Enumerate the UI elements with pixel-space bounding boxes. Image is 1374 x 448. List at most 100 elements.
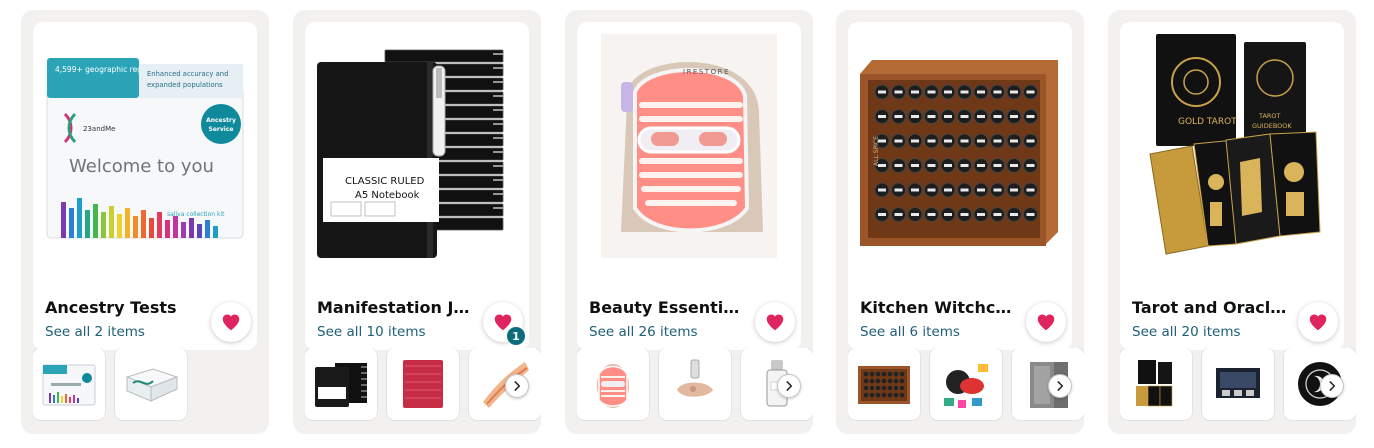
thumbnail-cookware[interactable] — [930, 348, 1002, 420]
spice-jar-label — [911, 90, 919, 94]
spice-jar-label — [960, 164, 969, 167]
spice-jar-label — [1026, 90, 1035, 94]
spice-jar-label — [878, 90, 886, 94]
spice-jar-label — [1010, 90, 1018, 94]
thumbnail-tarot[interactable] — [1120, 348, 1192, 420]
list-card-main[interactable]: GOLD TAROT TAROT GUIDEBOOK Tarot and Ora… — [1120, 22, 1344, 350]
spice-jar-label — [927, 90, 936, 94]
product-image-23andme-kit[interactable]: 4,599+ geographic regions Enhanced accur… — [43, 32, 247, 260]
favorite-button[interactable] — [1026, 302, 1066, 342]
svg-text:GOLD TAROT: GOLD TAROT — [1178, 117, 1237, 127]
spice-jar-label — [911, 188, 919, 192]
svg-text:GUIDEBOOK: GUIDEBOOK — [1252, 122, 1292, 130]
spice-jar-label — [977, 139, 985, 143]
see-all-link[interactable]: See all 10 items — [317, 324, 426, 340]
svg-text:Ancestry: Ancestry — [206, 117, 236, 124]
list-card-main[interactable]: ALL SPICE Kitchen Witchcraft See all 6 i… — [848, 22, 1072, 350]
thumbnail-row — [305, 348, 541, 422]
list-card-main[interactable]: CLASSIC RULED A5 Notebook Manifestation … — [305, 22, 529, 350]
spice-jar-label — [894, 213, 903, 216]
favorite-button[interactable] — [211, 302, 251, 342]
spice-jar-label — [993, 115, 1002, 118]
list-title[interactable]: Kitchen Witchcraft — [860, 298, 1016, 317]
svg-text:expanded populations: expanded populations — [147, 81, 223, 89]
svg-text:Enhanced accuracy and: Enhanced accuracy and — [147, 70, 228, 78]
favorite-button[interactable] — [1298, 302, 1338, 342]
svg-text:ALL SPICE: ALL SPICE — [873, 136, 880, 166]
product-image-notebooks[interactable]: CLASSIC RULED A5 Notebook — [315, 32, 519, 260]
next-thumbnails-button[interactable] — [505, 374, 529, 398]
spice-jar-label — [1010, 213, 1018, 216]
svg-text:Service: Service — [209, 126, 234, 133]
next-thumbnails-button[interactable] — [1048, 374, 1072, 398]
spice-jar-label — [927, 139, 936, 143]
thumbnail-box-set[interactable] — [1202, 348, 1274, 420]
thumbnail-row — [577, 348, 813, 422]
heart-icon — [220, 311, 242, 333]
spice-jar-label — [944, 164, 952, 167]
list-title[interactable]: Ancestry Tests — [45, 298, 201, 317]
spice-jar-label — [1026, 213, 1035, 216]
see-all-link[interactable]: See all 6 items — [860, 324, 960, 340]
spice-jar-label — [1010, 139, 1018, 143]
spice-jar-label — [993, 213, 1002, 216]
spice-jar-label — [1026, 188, 1035, 192]
svg-text:TAROT: TAROT — [1258, 112, 1281, 120]
list-title[interactable]: Beauty Essentials — [589, 298, 745, 317]
spice-jar-label — [894, 188, 903, 192]
heart-icon — [1035, 311, 1057, 333]
spice-jar-label — [911, 139, 919, 143]
spice-jar-label — [878, 213, 886, 216]
spice-jar-label — [977, 90, 985, 94]
thumbnail-notebook[interactable] — [305, 348, 377, 420]
list-title[interactable]: Manifestation Journals — [317, 298, 473, 317]
spice-jar-label — [1026, 164, 1035, 167]
spice-jar-label — [960, 115, 969, 118]
spice-jar-label — [977, 188, 985, 192]
chevron-right-icon — [1325, 379, 1339, 393]
spice-jar-label — [1026, 139, 1035, 143]
spice-jar-label — [944, 188, 952, 192]
svg-text:IRESTORE: IRESTORE — [683, 68, 730, 76]
product-image-tarot-deck[interactable]: GOLD TAROT TAROT GUIDEBOOK — [1130, 32, 1334, 260]
chevron-right-icon — [782, 379, 796, 393]
spice-jar-label — [1010, 188, 1018, 192]
spice-jar-label — [927, 213, 936, 216]
thumbnail-cream[interactable] — [659, 348, 731, 420]
product-image-led-mask[interactable]: IRESTORE — [587, 32, 791, 260]
product-image-spice-rack[interactable]: ALL SPICE — [858, 32, 1062, 260]
spice-jar-label — [927, 164, 936, 167]
favorite-button[interactable] — [755, 302, 795, 342]
spice-jar-label — [878, 115, 886, 118]
spice-jar-label — [911, 164, 919, 167]
spice-jar-label — [894, 139, 903, 143]
list-title[interactable]: Tarot and Oracle Decks — [1132, 298, 1288, 317]
svg-text:23andMe: 23andMe — [83, 125, 115, 133]
thumbnail-spice-rack[interactable] — [848, 348, 920, 420]
thumbnail-23andme-kit[interactable] — [33, 348, 105, 420]
list-card-beauty: IRESTORE Beauty Essentials See all 26 it… — [565, 10, 813, 434]
thumbnail-led-mask[interactable] — [577, 348, 649, 420]
spice-jar-label — [1026, 115, 1035, 118]
svg-text:Welcome to you: Welcome to you — [69, 156, 214, 177]
next-thumbnails-button[interactable] — [1320, 374, 1344, 398]
thumbnail-product-box[interactable] — [115, 348, 187, 420]
see-all-link[interactable]: See all 20 items — [1132, 324, 1241, 340]
spice-jar-label — [944, 90, 952, 94]
spice-jar-label — [911, 213, 919, 216]
list-card-manifestation: CLASSIC RULED A5 Notebook Manifestation … — [293, 10, 541, 434]
list-card-main[interactable]: 4,599+ geographic regions Enhanced accur… — [33, 22, 257, 350]
list-card-tarot: GOLD TAROT TAROT GUIDEBOOK Tarot and Ora… — [1108, 10, 1356, 434]
svg-text:A5 Notebook: A5 Notebook — [355, 190, 420, 201]
list-card-main[interactable]: IRESTORE Beauty Essentials See all 26 it… — [577, 22, 801, 350]
svg-text:CLASSIC RULED: CLASSIC RULED — [345, 176, 425, 187]
spice-jar-label — [1010, 115, 1018, 118]
next-thumbnails-button[interactable] — [777, 374, 801, 398]
see-all-link[interactable]: See all 2 items — [45, 324, 145, 340]
see-all-link[interactable]: See all 26 items — [589, 324, 698, 340]
spice-jar-label — [977, 164, 985, 167]
chevron-right-icon — [1053, 379, 1067, 393]
spice-jar-label — [960, 139, 969, 143]
thumbnail-red-notebook[interactable] — [387, 348, 459, 420]
thumbnail-row — [1120, 348, 1356, 422]
